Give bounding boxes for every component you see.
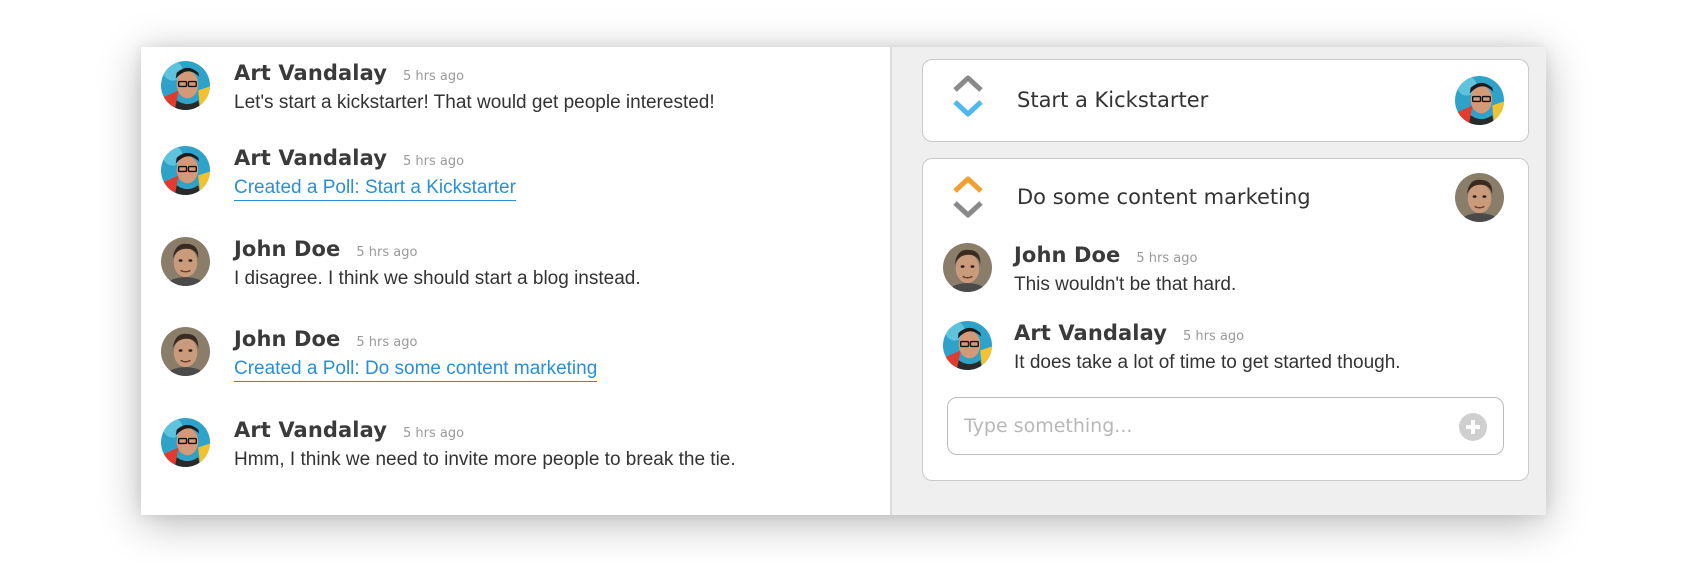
timestamp: 5 hrs ago — [1183, 329, 1245, 344]
art-avatar-icon — [943, 321, 992, 370]
poll-comment: John Doe 5 hrs ago This wouldn't be that… — [943, 243, 1236, 296]
avatar[interactable] — [1455, 76, 1504, 125]
poll-card: Do some content marketing John Doe 5 hrs… — [922, 158, 1529, 481]
poll-card: Start a Kickstarter — [922, 59, 1529, 142]
vote-controls — [952, 74, 984, 118]
message-header: John Doe 5 hrs ago — [234, 237, 641, 261]
downvote-chevron-icon[interactable] — [952, 199, 984, 219]
avatar[interactable] — [943, 243, 992, 292]
timestamp: 5 hrs ago — [403, 154, 465, 169]
message-body: Art Vandalay 5 hrs ago Let's start a kic… — [234, 61, 715, 114]
feed-message: Art Vandalay 5 hrs ago Created a Poll: S… — [161, 146, 516, 201]
feed-message: John Doe 5 hrs ago I disagree. I think w… — [161, 237, 641, 290]
message-header: Art Vandalay 5 hrs ago — [234, 61, 715, 85]
author-name[interactable]: Art Vandalay — [234, 418, 387, 442]
john-avatar-icon — [161, 237, 210, 286]
poll-link[interactable]: Created a Poll: Do some content marketin… — [234, 358, 598, 382]
message-header: Art Vandalay 5 hrs ago — [1014, 321, 1401, 345]
feed-message: Art Vandalay 5 hrs ago Hmm, I think we n… — [161, 418, 736, 471]
avatar[interactable] — [1455, 173, 1504, 222]
avatar[interactable] — [161, 146, 210, 195]
vote-controls — [952, 175, 984, 219]
avatar[interactable] — [161, 327, 210, 376]
avatar[interactable] — [161, 237, 210, 286]
app-card: Art Vandalay 5 hrs ago Let's start a kic… — [141, 47, 1546, 515]
author-name[interactable]: John Doe — [1014, 243, 1120, 267]
feed-message: Art Vandalay 5 hrs ago Let's start a kic… — [161, 61, 715, 114]
message-text: This wouldn't be that hard. — [1014, 274, 1237, 295]
comment-input[interactable] — [964, 398, 1444, 454]
avatar[interactable] — [943, 321, 992, 370]
poll-title[interactable]: Do some content marketing — [1017, 185, 1311, 209]
john-avatar-icon — [943, 243, 992, 292]
timestamp: 5 hrs ago — [1136, 251, 1198, 266]
message-header: Art Vandalay 5 hrs ago — [234, 418, 736, 442]
message-text: Hmm, I think we need to invite more peop… — [234, 449, 736, 470]
feed-message: John Doe 5 hrs ago Created a Poll: Do so… — [161, 327, 598, 382]
message-body: Art Vandalay 5 hrs ago It does take a lo… — [1014, 321, 1401, 374]
author-name[interactable]: Art Vandalay — [234, 146, 387, 170]
message-header: Art Vandalay 5 hrs ago — [234, 146, 516, 170]
message-body: John Doe 5 hrs ago This wouldn't be that… — [1014, 243, 1236, 296]
author-name[interactable]: Art Vandalay — [234, 61, 387, 85]
art-avatar-icon — [161, 418, 210, 467]
message-text: It does take a lot of time to get starte… — [1014, 352, 1401, 373]
john-avatar-icon — [161, 327, 210, 376]
poll-comment: Art Vandalay 5 hrs ago It does take a lo… — [943, 321, 1401, 374]
art-avatar-icon — [1455, 76, 1504, 125]
author-name[interactable]: John Doe — [234, 327, 340, 351]
john-avatar-icon — [1455, 173, 1504, 222]
downvote-chevron-icon[interactable] — [952, 98, 984, 118]
upvote-chevron-icon[interactable] — [952, 175, 984, 195]
message-body: Art Vandalay 5 hrs ago Created a Poll: S… — [234, 146, 516, 201]
upvote-chevron-icon[interactable] — [952, 74, 984, 94]
poll-title[interactable]: Start a Kickstarter — [1017, 88, 1208, 112]
add-comment-plus-icon[interactable] — [1459, 413, 1487, 441]
timestamp: 5 hrs ago — [403, 426, 465, 441]
avatar[interactable] — [161, 418, 210, 467]
message-header: John Doe 5 hrs ago — [234, 327, 597, 351]
art-avatar-icon — [161, 146, 210, 195]
avatar[interactable] — [161, 61, 210, 110]
poll-link[interactable]: Created a Poll: Start a Kickstarter — [234, 177, 516, 201]
art-avatar-icon — [161, 61, 210, 110]
timestamp: 5 hrs ago — [356, 335, 418, 350]
polls-panel: Start a Kickstarter Do some content mark… — [892, 47, 1546, 515]
timestamp: 5 hrs ago — [403, 69, 465, 84]
message-text: I disagree. I think we should start a bl… — [234, 268, 641, 289]
comment-input-box — [947, 397, 1504, 455]
timestamp: 5 hrs ago — [356, 245, 418, 260]
activity-feed: Art Vandalay 5 hrs ago Let's start a kic… — [141, 47, 892, 515]
author-name[interactable]: Art Vandalay — [1014, 321, 1167, 345]
message-body: Art Vandalay 5 hrs ago Hmm, I think we n… — [234, 418, 736, 471]
message-body: John Doe 5 hrs ago I disagree. I think w… — [234, 237, 641, 290]
author-name[interactable]: John Doe — [234, 237, 340, 261]
stage: Art Vandalay 5 hrs ago Let's start a kic… — [0, 0, 1688, 563]
message-text: Let's start a kickstarter! That would ge… — [234, 92, 715, 113]
message-header: John Doe 5 hrs ago — [1014, 243, 1236, 267]
message-body: John Doe 5 hrs ago Created a Poll: Do so… — [234, 327, 598, 382]
